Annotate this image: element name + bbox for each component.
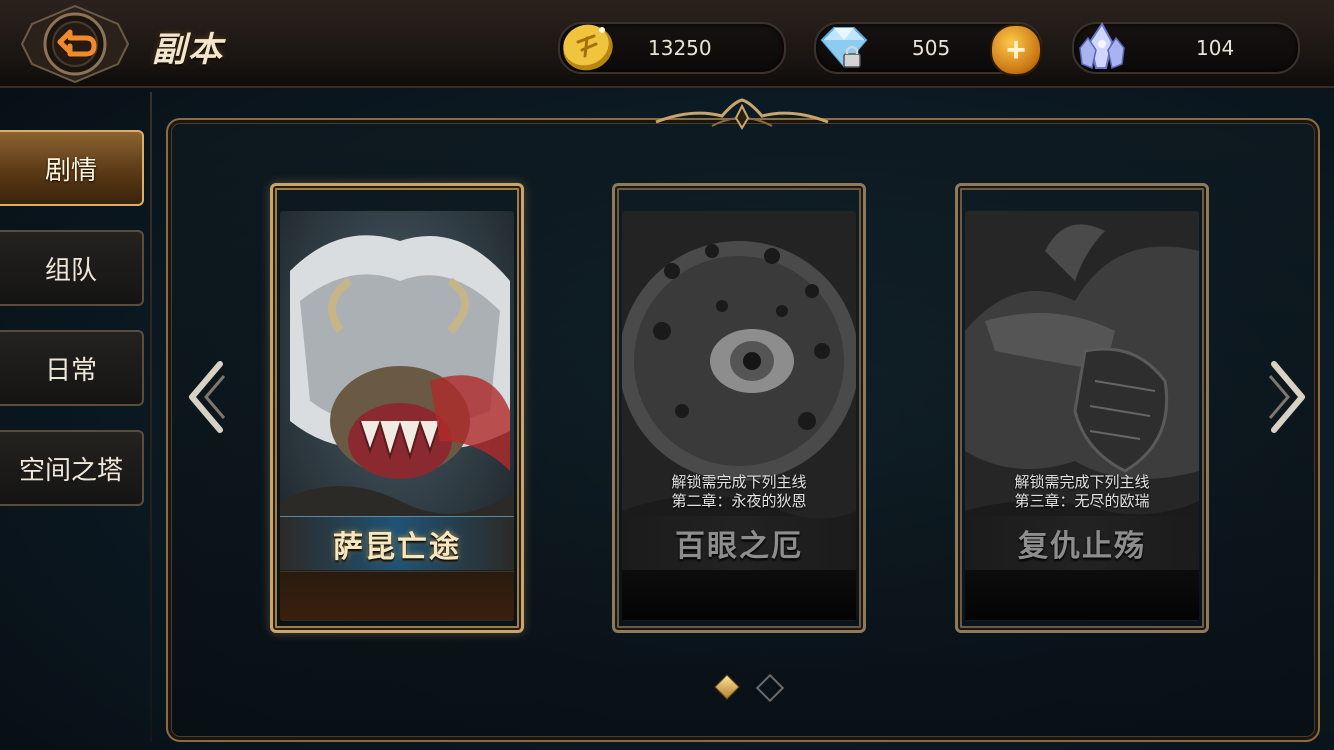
sidebar-item-daily[interactable]: 日常 <box>0 330 144 406</box>
previous-arrow-icon[interactable] <box>184 360 228 434</box>
crystal-value: 104 <box>1196 36 1235 60</box>
gold-value: 13250 <box>648 36 712 60</box>
next-arrow-icon[interactable] <box>1266 360 1310 434</box>
crystal-icon <box>1079 22 1125 70</box>
dungeon-card-2[interactable]: 解锁需完成下列主线 第二章：永夜的狄恩 百眼之厄 <box>612 183 866 633</box>
add-diamond-button[interactable]: + <box>990 24 1042 76</box>
card-frame <box>270 183 524 633</box>
gold-coin-icon <box>563 24 613 71</box>
back-arrow-icon <box>20 4 130 84</box>
crystal-counter: 104 <box>1072 22 1300 74</box>
sidebar-item-tower[interactable]: 空间之塔 <box>0 430 144 506</box>
diamond-value: 505 <box>912 36 951 60</box>
dungeon-card-3[interactable]: 解锁需完成下列主线 第三章：无尽的欧瑞 复仇止殇 <box>955 183 1209 633</box>
diamond-counter: 505 + <box>814 22 1042 76</box>
page-title: 副本 <box>152 31 224 69</box>
dungeon-card-1[interactable]: 萨昆亡途 <box>270 183 524 633</box>
sidebar-item-team[interactable]: 组队 <box>0 230 144 306</box>
gold-counter: 13250 <box>558 22 786 74</box>
top-bar: 副本 13250 505 + 104 <box>0 0 1334 88</box>
card-frame <box>612 183 866 633</box>
locked-diamond-icon <box>820 27 868 68</box>
back-button[interactable] <box>20 4 130 84</box>
panel-crest-ornament <box>655 98 829 130</box>
sidebar-divider <box>150 92 152 742</box>
sidebar-item-story[interactable]: 剧情 <box>0 130 144 206</box>
card-frame <box>955 183 1209 633</box>
